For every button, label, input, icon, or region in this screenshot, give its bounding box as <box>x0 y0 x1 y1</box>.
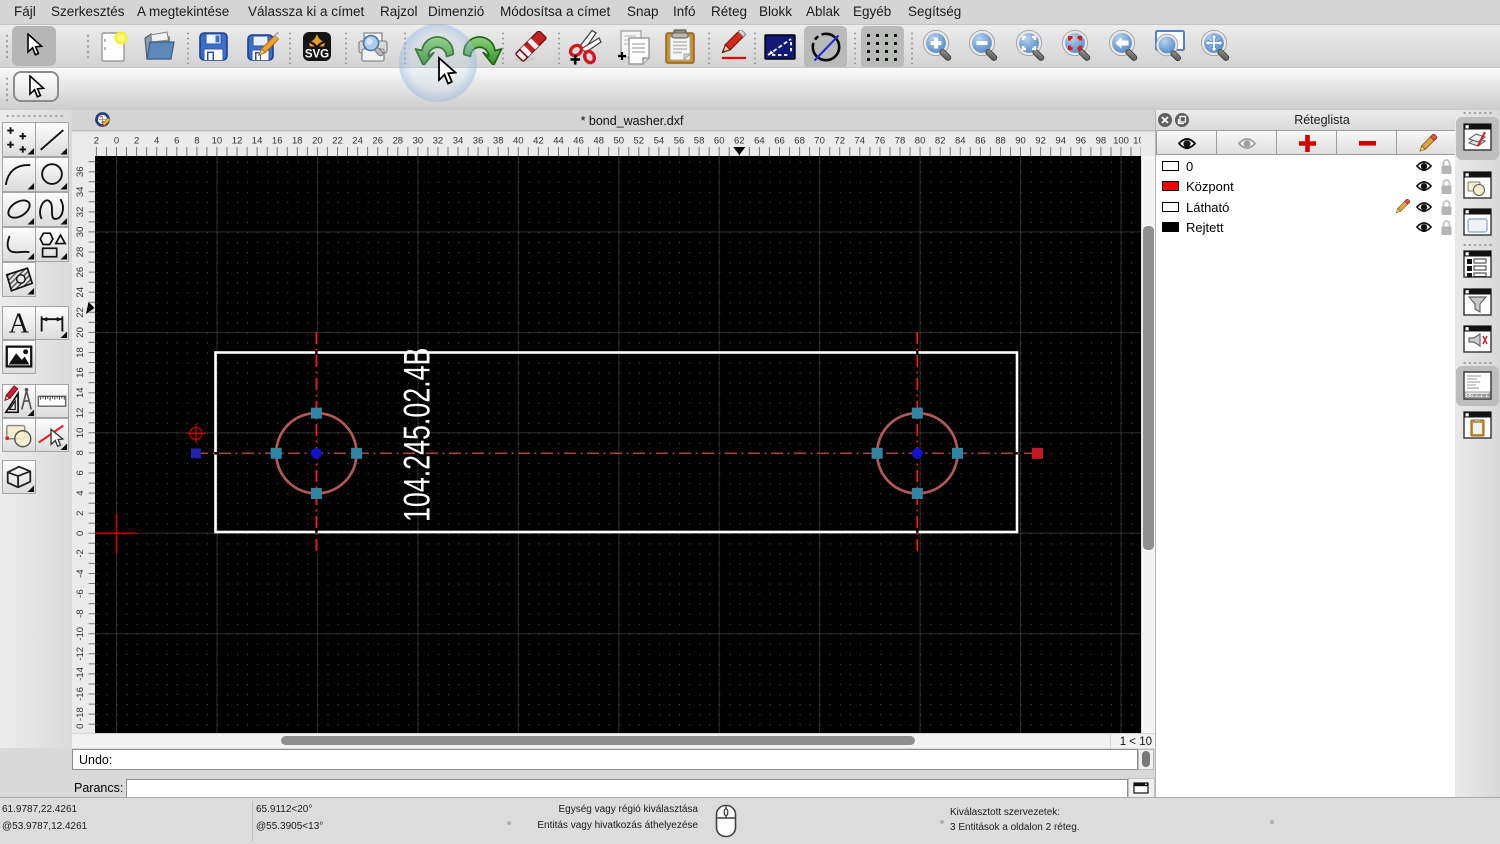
svg-text:56: 56 <box>674 136 685 147</box>
svg-text:36: 36 <box>473 136 484 147</box>
svg-text:0: 0 <box>75 531 86 536</box>
svg-text:16: 16 <box>272 136 283 147</box>
svg-text:38: 38 <box>493 136 504 147</box>
svg-text:20: 20 <box>312 136 323 147</box>
svg-text:50: 50 <box>614 136 625 147</box>
svg-text:54: 54 <box>654 136 665 147</box>
svg-text:78: 78 <box>895 136 906 147</box>
svg-text:104.245.02.4B: 104.245.02.4B <box>396 348 437 522</box>
svg-text:44: 44 <box>553 136 564 147</box>
svg-text:62: 62 <box>734 136 745 147</box>
svg-text:-2: -2 <box>75 549 86 557</box>
svg-text:6: 6 <box>75 470 86 475</box>
svg-text:0: 0 <box>114 136 119 147</box>
svg-text:14: 14 <box>75 387 86 398</box>
svg-text:-10: -10 <box>75 627 86 641</box>
svg-text:92: 92 <box>1035 136 1046 147</box>
svg-text:48: 48 <box>593 136 604 147</box>
svg-text:14: 14 <box>252 136 263 147</box>
svg-text:32: 32 <box>433 136 444 147</box>
svg-text:-6: -6 <box>75 589 86 597</box>
svg-text:26: 26 <box>372 136 383 147</box>
svg-text:30: 30 <box>75 227 86 238</box>
svg-text:52: 52 <box>634 136 645 147</box>
svg-text:A: A <box>9 308 30 339</box>
svg-text:100: 100 <box>1113 136 1129 147</box>
svg-text:6: 6 <box>174 136 179 147</box>
svg-text:4: 4 <box>154 136 159 147</box>
svg-text:24: 24 <box>75 287 86 298</box>
svg-text:28: 28 <box>75 247 86 258</box>
svg-text:40: 40 <box>513 136 524 147</box>
svg-text:2: 2 <box>134 136 139 147</box>
svg-text:24: 24 <box>352 136 363 147</box>
svg-text:-14: -14 <box>75 667 86 681</box>
svg-text:10: 10 <box>212 136 223 147</box>
svg-text:70: 70 <box>814 136 825 147</box>
svg-text:66: 66 <box>774 136 785 147</box>
svg-text:SVG: SVG <box>305 49 329 61</box>
svg-text:c command: c command <box>1467 393 1491 398</box>
svg-text:96: 96 <box>1076 136 1087 147</box>
svg-text:68: 68 <box>794 136 805 147</box>
svg-text:-12: -12 <box>75 647 86 661</box>
svg-text:12: 12 <box>232 136 243 147</box>
svg-text:28: 28 <box>393 136 404 147</box>
svg-text:46: 46 <box>573 136 584 147</box>
svg-text:8: 8 <box>75 450 86 455</box>
svg-text:74: 74 <box>855 136 866 147</box>
svg-text:72: 72 <box>834 136 845 147</box>
svg-text:18: 18 <box>292 136 303 147</box>
svg-text:0: 0 <box>75 724 86 729</box>
svg-text:102: 102 <box>1133 136 1141 147</box>
svg-text:30: 30 <box>413 136 424 147</box>
svg-text:84: 84 <box>955 136 966 147</box>
svg-text:80: 80 <box>915 136 926 147</box>
svg-text:34: 34 <box>75 187 86 198</box>
svg-text:18: 18 <box>75 347 86 358</box>
svg-text:76: 76 <box>875 136 886 147</box>
svg-text:60: 60 <box>714 136 725 147</box>
svg-text:8: 8 <box>194 136 199 147</box>
svg-text:26: 26 <box>75 267 86 278</box>
svg-text:22: 22 <box>75 307 86 318</box>
svg-text:88: 88 <box>995 136 1006 147</box>
svg-text:10: 10 <box>75 428 86 439</box>
svg-text:2: 2 <box>75 511 86 516</box>
svg-text:94: 94 <box>1055 136 1066 147</box>
svg-text:90: 90 <box>1015 136 1026 147</box>
svg-text:4: 4 <box>75 490 86 495</box>
svg-text:20: 20 <box>75 327 86 338</box>
svg-text:-18: -18 <box>75 707 86 721</box>
svg-text:-4: -4 <box>75 569 86 577</box>
svg-text:58: 58 <box>694 136 705 147</box>
svg-text:42: 42 <box>533 136 544 147</box>
svg-text:86: 86 <box>975 136 986 147</box>
svg-text:16: 16 <box>75 367 86 378</box>
svg-text:64: 64 <box>754 136 765 147</box>
svg-text:34: 34 <box>453 136 464 147</box>
svg-text:36: 36 <box>75 166 86 177</box>
svg-text:82: 82 <box>935 136 946 147</box>
svg-text:12: 12 <box>75 408 86 419</box>
svg-text:32: 32 <box>75 207 86 218</box>
svg-text:-8: -8 <box>75 609 86 617</box>
svg-text:-16: -16 <box>75 687 86 701</box>
svg-text:2: 2 <box>94 136 99 147</box>
svg-text:98: 98 <box>1096 136 1107 147</box>
svg-text:22: 22 <box>332 136 343 147</box>
